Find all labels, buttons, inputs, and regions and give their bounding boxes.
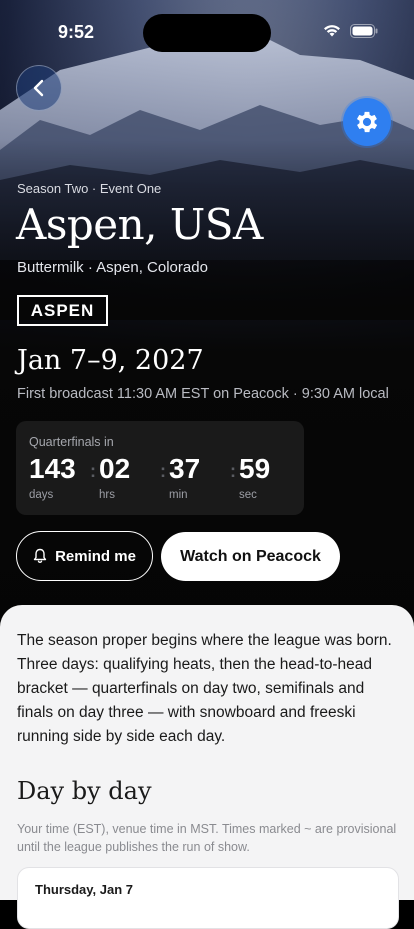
countdown-separator: :	[160, 461, 166, 481]
countdown-value: 59	[239, 453, 271, 484]
day-card[interactable]: Thursday, Jan 7	[17, 867, 399, 929]
section-note: Your time (EST), venue time in MST. Time…	[17, 822, 397, 854]
status-time: 9:52	[58, 22, 95, 42]
status-icons	[322, 24, 378, 38]
event-logo: ASPEN	[17, 295, 108, 326]
countdown-separator: :	[230, 461, 236, 481]
event-title: Aspen, USA	[16, 200, 263, 249]
broadcast-info: First broadcast 11:30 AM EST on Peacock …	[17, 386, 389, 402]
settings-button[interactable]	[343, 98, 391, 146]
countdown-separator: :	[90, 461, 96, 481]
remind-me-label: Remind me	[55, 547, 136, 565]
countdown-card: Quarterfinals in 143 days : 02 hrs : 37 …	[16, 421, 304, 515]
countdown-unit: min	[169, 489, 188, 501]
countdown-unit: sec	[239, 489, 257, 501]
countdown-value: 02	[99, 453, 131, 484]
event-eyebrow: Season Two · Event One	[17, 181, 162, 196]
countdown-hours: 02 hrs	[99, 453, 130, 501]
dynamic-island	[143, 14, 271, 52]
countdown-minutes: 37 min	[169, 453, 200, 501]
countdown-seconds: 59 sec	[239, 453, 270, 501]
battery-icon	[350, 24, 378, 38]
watch-on-peacock-button[interactable]: Watch on Peacock	[161, 532, 340, 581]
back-button[interactable]	[16, 65, 62, 111]
intro-paragraph: The season proper begins where the leagu…	[17, 632, 392, 745]
countdown-days: 143 days	[29, 453, 76, 501]
status-bar: 9:52	[0, 0, 414, 60]
countdown-unit: days	[29, 489, 54, 501]
back-chevron-icon	[33, 79, 44, 97]
day-label: Thursday, Jan 7	[35, 882, 134, 897]
event-venue: Buttermilk · Aspen, Colorado	[17, 259, 208, 276]
gear-icon	[356, 111, 378, 133]
countdown-label: Quarterfinals in	[29, 435, 114, 449]
bell-icon	[33, 548, 47, 564]
countdown-value: 143	[29, 453, 76, 484]
countdown-unit: hrs	[99, 489, 115, 501]
remind-me-button[interactable]: Remind me	[16, 531, 153, 581]
event-dates: Jan 7–9, 2027	[17, 345, 204, 376]
content-sheet: The season proper begins where the leagu…	[0, 605, 414, 929]
section-title: Day by day	[17, 777, 152, 805]
watch-label: Watch on Peacock	[180, 547, 321, 565]
countdown-value: 37	[169, 453, 201, 484]
wifi-icon	[324, 25, 340, 37]
